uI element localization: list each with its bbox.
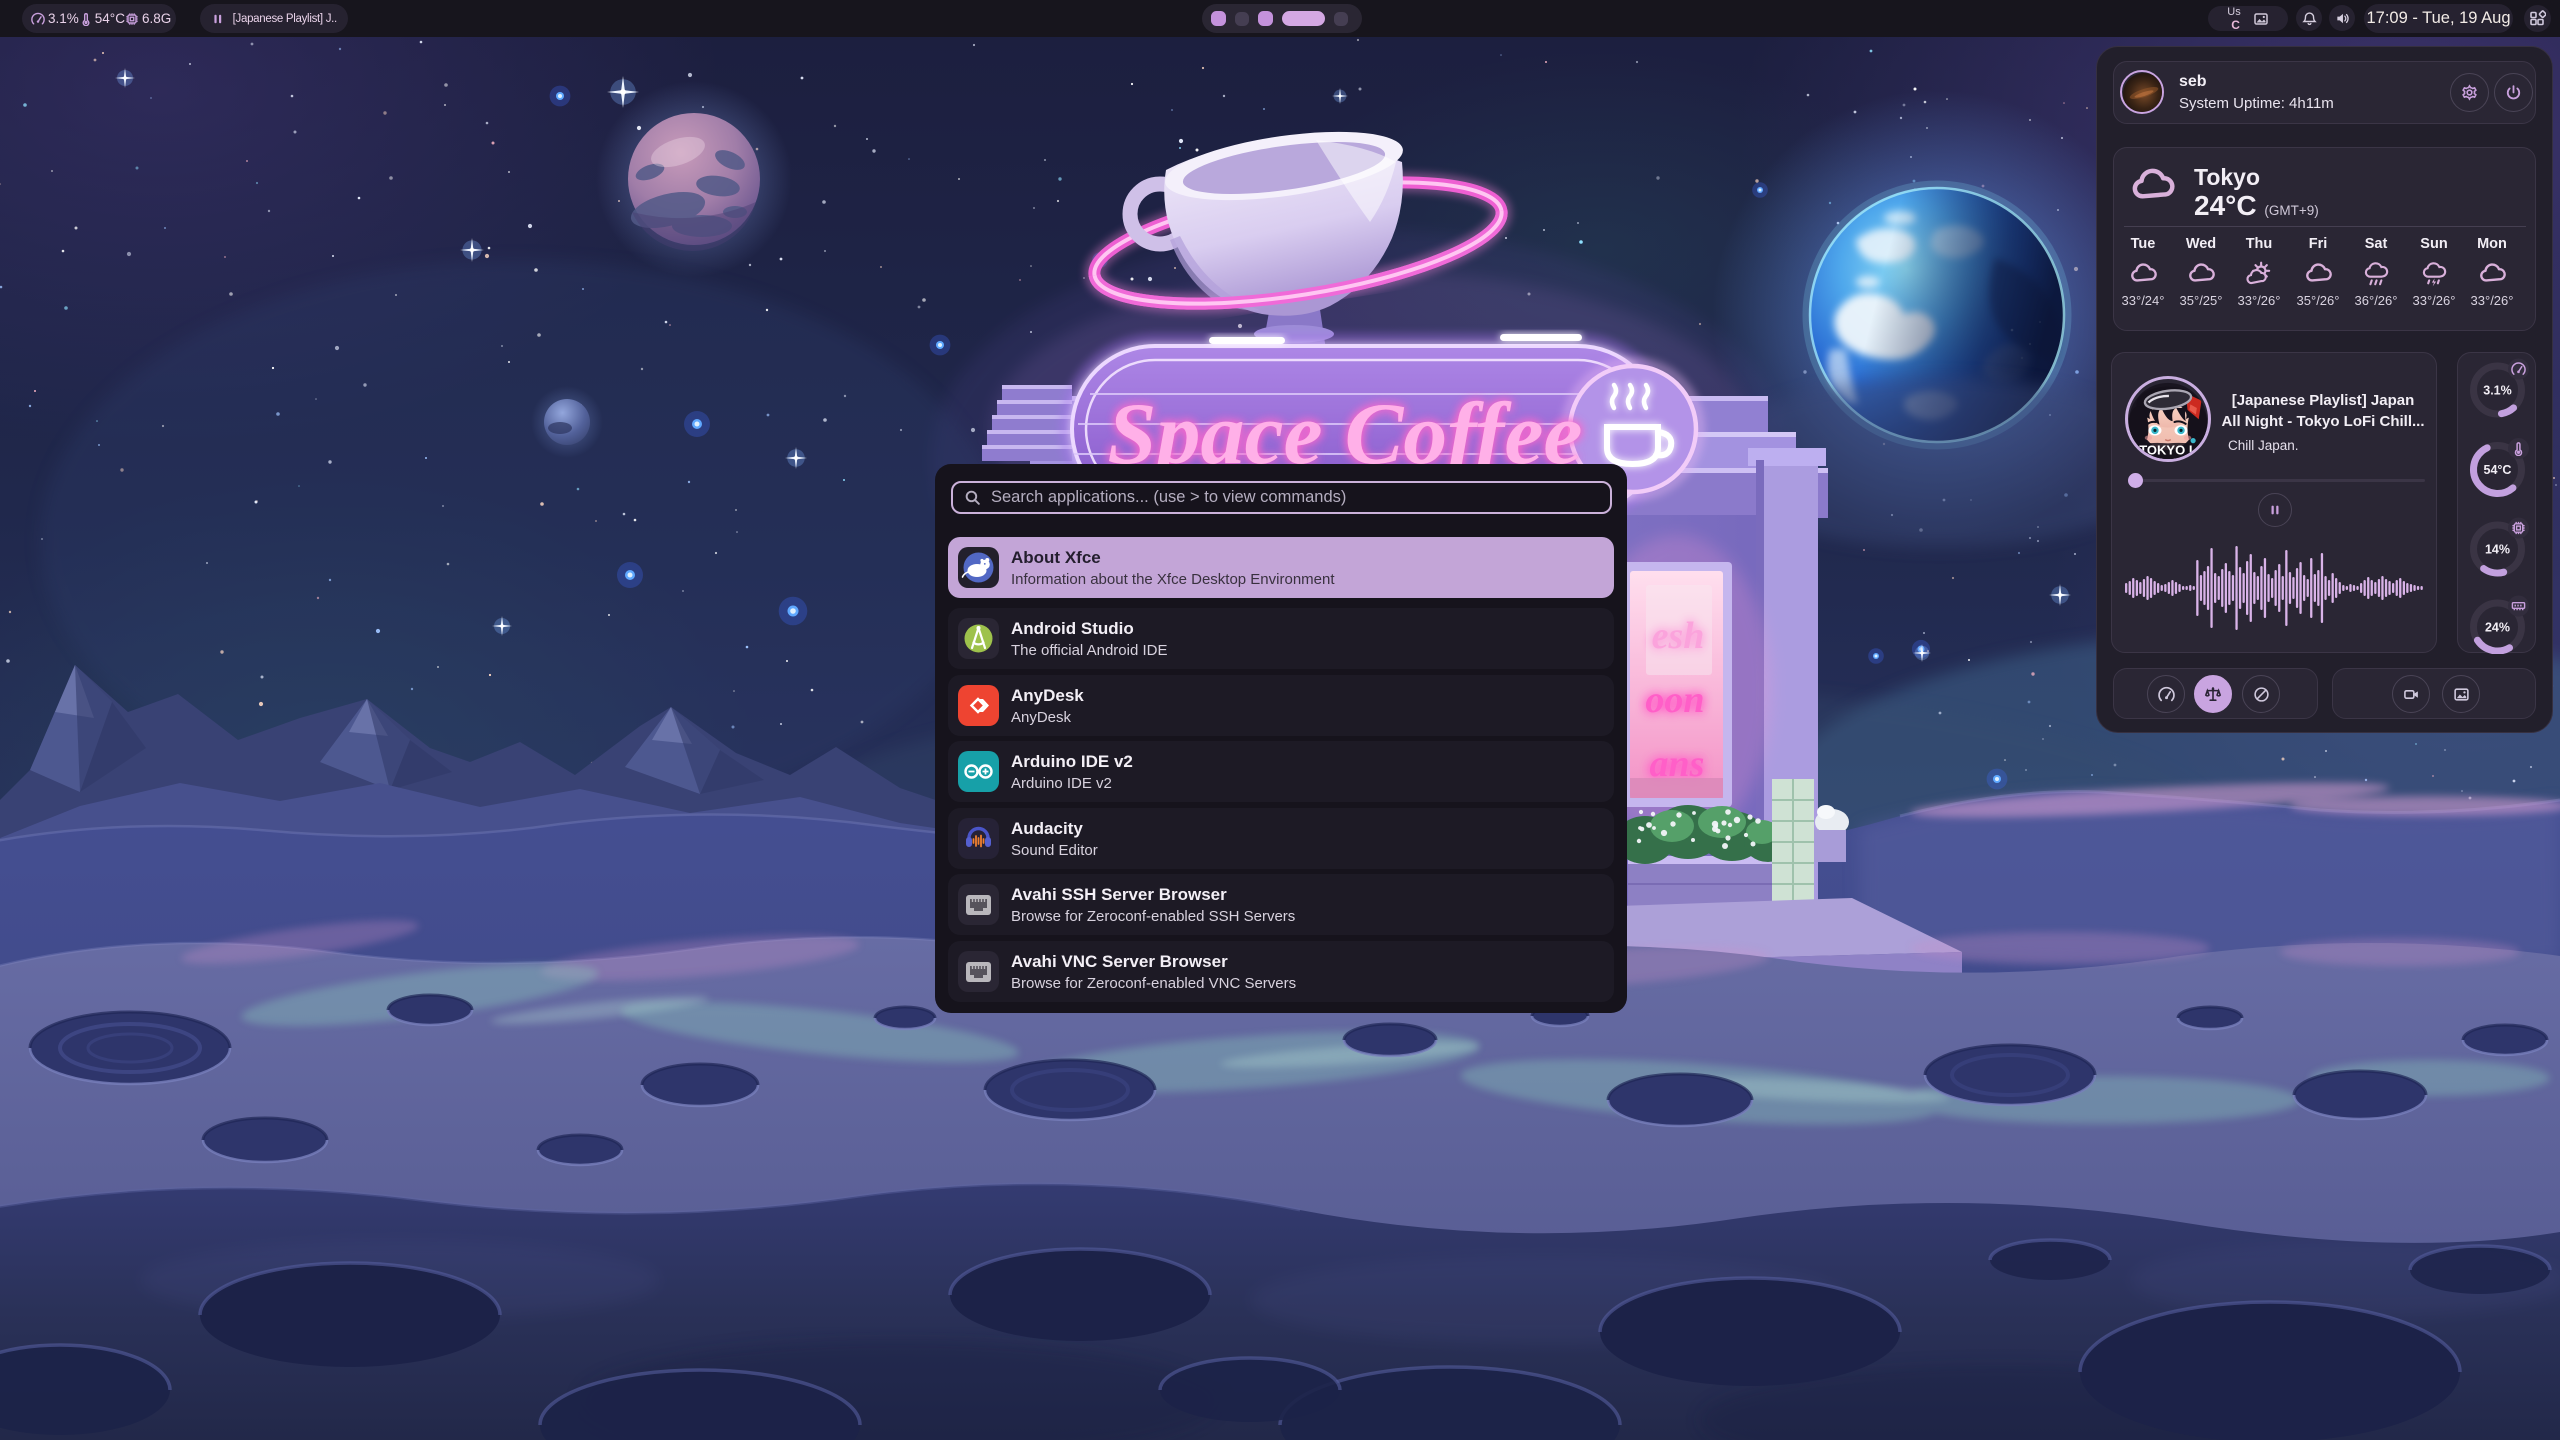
svg-text:3.1%: 3.1% xyxy=(2483,384,2512,398)
svg-text:24%: 24% xyxy=(2485,621,2510,635)
svg-text:54°C: 54°C xyxy=(2484,463,2512,477)
svg-text:14%: 14% xyxy=(2485,543,2510,557)
svg-text:oon: oon xyxy=(1645,679,1704,721)
